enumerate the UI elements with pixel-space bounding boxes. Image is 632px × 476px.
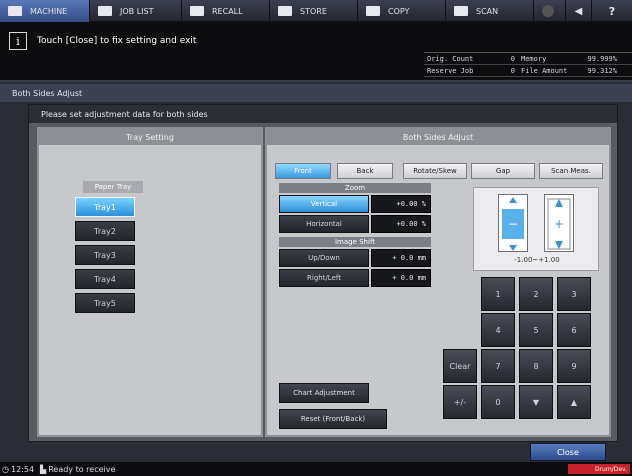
file-amount-label: File Amount — [521, 66, 568, 75]
key-0[interactable]: 0 — [481, 385, 515, 419]
shrink-sheet-icon: − — [498, 194, 528, 252]
key-3[interactable]: 3 — [557, 277, 591, 311]
tab-store[interactable]: STORE — [270, 0, 358, 22]
up-down-button[interactable]: Up/Down — [279, 249, 369, 267]
panel-title: Both Sides Adjust — [267, 129, 609, 145]
key-2[interactable]: 2 — [519, 277, 553, 311]
message-text: Touch [Close] to fix setting and exit — [37, 36, 197, 46]
tab-label: STORE — [300, 6, 327, 16]
message-area: i Touch [Close] to fix setting and exit … — [0, 22, 632, 82]
both-sides-adjust-panel: Both Sides Adjust Front Back Rotate/Skew… — [265, 127, 611, 437]
machine-icon — [8, 6, 22, 16]
tray1-button[interactable]: Tray1 — [75, 197, 135, 217]
status-time: 12:54 — [10, 464, 35, 474]
scan-icon — [454, 6, 468, 16]
range-text: -1.00~+1.00 — [514, 256, 560, 264]
counter-panel: Orig. Count 0 Memory 99.999% Reserve Job… — [424, 52, 632, 78]
enlarge-sheet-icon: + — [544, 194, 574, 252]
drum-dev-badge: Drum/Dev. — [568, 464, 630, 474]
key-8[interactable]: 8 — [519, 349, 553, 383]
printer-icon: ▙ — [40, 464, 47, 474]
tab-scan[interactable]: SCAN — [446, 0, 534, 22]
tab-recall[interactable]: RECALL — [182, 0, 270, 22]
recall-icon — [190, 6, 204, 16]
paper-tray-caption: Paper Tray — [83, 181, 143, 193]
zoom-diagram: − + -1.00~+1.00 — [473, 187, 599, 271]
clock-icon: ◷ — [2, 464, 9, 474]
up-arrow-key[interactable]: ▲ — [557, 385, 591, 419]
svg-text:+: + — [554, 217, 564, 231]
tab-rotate-skew[interactable]: Rotate/Skew — [403, 163, 467, 179]
counter-row: Reserve Job 0 File Amount 99.312% — [424, 65, 632, 77]
key-1[interactable]: 1 — [481, 277, 515, 311]
key-9[interactable]: 9 — [557, 349, 591, 383]
zoom-header: Zoom — [279, 183, 431, 193]
memory-label: Memory — [521, 54, 547, 63]
right-left-value: + 0.0 mm — [371, 269, 431, 287]
file-amount-value: 99.312% — [587, 66, 617, 75]
tray3-button[interactable]: Tray3 — [75, 245, 135, 265]
key-6[interactable]: 6 — [557, 313, 591, 347]
plus-minus-key[interactable]: +/- — [443, 385, 477, 419]
tab-back[interactable]: Back — [337, 163, 393, 179]
instruction-text: Please set adjustment data for both side… — [29, 105, 617, 123]
tray2-button[interactable]: Tray2 — [75, 221, 135, 241]
close-button[interactable]: Close — [530, 443, 606, 461]
screen-title: Both Sides Adjust — [0, 84, 632, 102]
tab-machine[interactable]: MACHINE — [0, 0, 90, 22]
screen: MACHINE JOB LIST RECALL STORE COPY SCAN … — [0, 0, 632, 476]
clear-key[interactable]: Clear — [443, 349, 477, 383]
svg-text:−: − — [508, 217, 518, 231]
panel-title: Tray Setting — [39, 129, 261, 145]
vertical-button[interactable]: Vertical — [279, 195, 369, 213]
copy-icon — [366, 6, 380, 16]
store-icon — [278, 6, 292, 16]
tab-label: SCAN — [476, 6, 499, 16]
tab-label: JOB LIST — [120, 6, 154, 16]
info-icon: i — [9, 32, 27, 50]
tab-label: COPY — [388, 6, 410, 16]
horizontal-value: +0.00 % — [371, 215, 431, 233]
status-bar: ◷ 12:54 ▙ Ready to receive Drum/Dev. — [0, 462, 632, 476]
orig-count-value: 0 — [510, 54, 515, 63]
help-icon[interactable]: ? — [592, 0, 632, 22]
status-indicator-icon — [534, 0, 566, 22]
counter-row: Orig. Count 0 Memory 99.999% — [424, 53, 632, 65]
main-frame: Please set adjustment data for both side… — [28, 104, 618, 442]
memory-value: 99.999% — [587, 54, 617, 63]
orig-count-label: Orig. Count — [427, 54, 474, 63]
horizontal-button[interactable]: Horizontal — [279, 215, 369, 233]
reserve-job-value: 0 — [510, 66, 515, 75]
tab-front[interactable]: Front — [275, 163, 331, 179]
tab-gap[interactable]: Gap — [471, 163, 535, 179]
status-text: Ready to receive — [48, 464, 116, 474]
tab-label: RECALL — [212, 6, 243, 16]
tray-setting-panel: Tray Setting Paper Tray Tray1 Tray2 Tray… — [37, 127, 263, 437]
reset-front-back-button[interactable]: Reset (Front/Back) — [279, 409, 387, 429]
top-tab-bar: MACHINE JOB LIST RECALL STORE COPY SCAN … — [0, 0, 632, 22]
down-arrow-key[interactable]: ▼ — [519, 385, 553, 419]
vertical-value: +0.00 % — [371, 195, 431, 213]
up-down-value: + 0.0 mm — [371, 249, 431, 267]
tab-copy[interactable]: COPY — [358, 0, 446, 22]
tab-label: MACHINE — [30, 6, 68, 16]
right-left-button[interactable]: Right/Left — [279, 269, 369, 287]
tray5-button[interactable]: Tray5 — [75, 293, 135, 313]
key-7[interactable]: 7 — [481, 349, 515, 383]
tray4-button[interactable]: Tray4 — [75, 269, 135, 289]
image-shift-header: Image Shift — [279, 237, 431, 247]
chart-adjustment-button[interactable]: Chart Adjustment — [279, 383, 369, 403]
tab-scan-meas[interactable]: Scan Meas. — [539, 163, 603, 179]
key-4[interactable]: 4 — [481, 313, 515, 347]
key-5[interactable]: 5 — [519, 313, 553, 347]
tab-job-list[interactable]: JOB LIST — [90, 0, 182, 22]
message-box: i Touch [Close] to fix setting and exit — [9, 30, 423, 52]
volume-icon[interactable]: ◀ — [566, 0, 592, 22]
job-list-icon — [98, 6, 112, 16]
reserve-job-label: Reserve Job — [427, 66, 474, 75]
